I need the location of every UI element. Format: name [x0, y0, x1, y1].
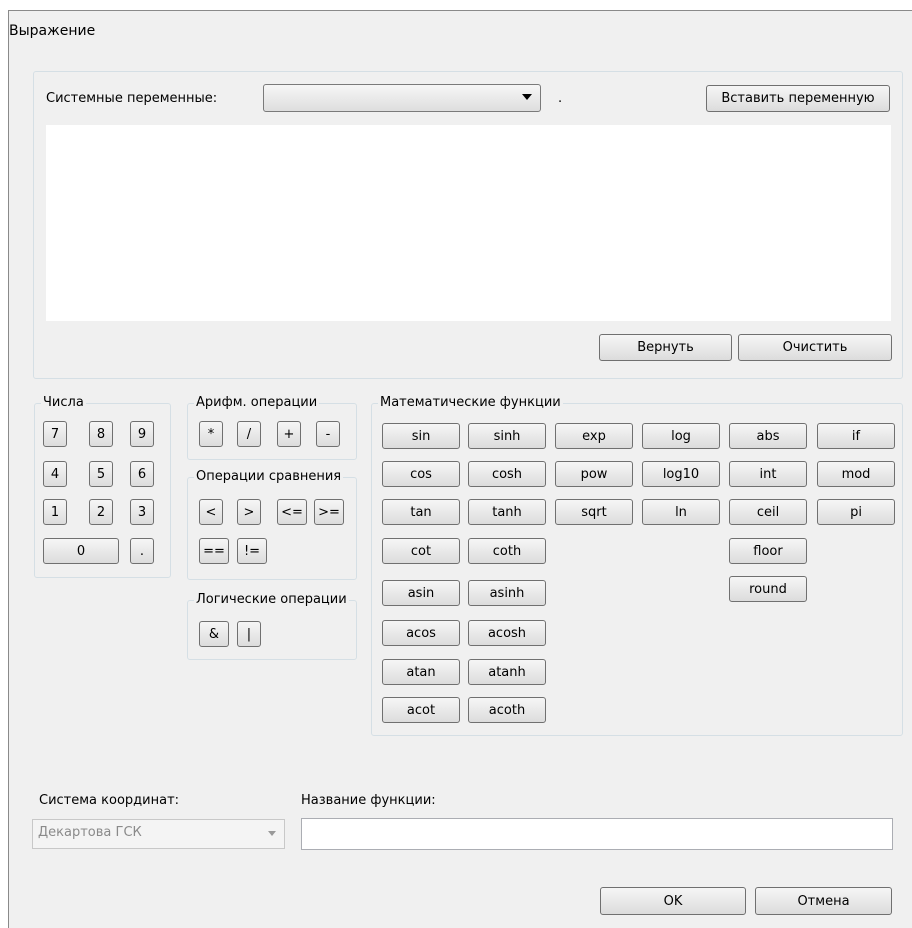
fn-mod[interactable]: mod [817, 461, 895, 487]
op-greater-equal[interactable]: >= [314, 499, 344, 525]
fn-coth[interactable]: coth [468, 538, 546, 564]
key-4[interactable]: 4 [43, 461, 67, 487]
key-3[interactable]: 3 [130, 499, 154, 525]
coordinate-system-label: Система координат: [39, 793, 180, 808]
fn-log10[interactable]: log10 [642, 461, 720, 487]
dialog-title: Выражение [9, 23, 96, 39]
comparison-group: Операции сравнения [187, 469, 357, 580]
op-equal[interactable]: == [199, 538, 229, 564]
op-greater[interactable]: > [237, 499, 261, 525]
chevron-down-icon [268, 831, 276, 836]
op-multiply[interactable]: * [199, 421, 223, 447]
fn-tan[interactable]: tan [382, 499, 460, 525]
fn-asin[interactable]: asin [382, 580, 460, 606]
ok-button[interactable]: OK [600, 887, 746, 915]
op-divide[interactable]: / [237, 421, 261, 447]
op-plus[interactable]: + [277, 421, 301, 447]
fn-sinh[interactable]: sinh [468, 423, 546, 449]
key-9[interactable]: 9 [130, 421, 154, 447]
member-dot: . [558, 91, 563, 106]
chevron-down-icon [522, 94, 532, 100]
clear-button[interactable]: Очистить [738, 334, 892, 361]
fn-exp[interactable]: exp [555, 423, 633, 449]
expression-editor[interactable] [46, 125, 891, 321]
function-name-label: Название функции: [301, 793, 436, 808]
fn-asinh[interactable]: asinh [468, 580, 546, 606]
fn-acosh[interactable]: acosh [468, 620, 546, 646]
op-or[interactable]: | [237, 621, 261, 647]
revert-button[interactable]: Вернуть [599, 334, 732, 361]
coordinate-system-value: Декартова ГСК [38, 825, 142, 840]
arithmetic-legend: Арифм. операции [194, 395, 320, 410]
fn-acot[interactable]: acot [382, 697, 460, 723]
coordinate-system-select: Декартова ГСК [32, 819, 285, 849]
fn-sqrt[interactable]: sqrt [555, 499, 633, 525]
fn-acos[interactable]: acos [382, 620, 460, 646]
key-0[interactable]: 0 [43, 538, 119, 564]
op-not-equal[interactable]: != [237, 538, 267, 564]
fn-round[interactable]: round [729, 576, 807, 602]
fn-if[interactable]: if [817, 423, 895, 449]
function-name-input[interactable] [301, 818, 893, 850]
comparison-legend: Операции сравнения [194, 469, 344, 484]
key-7[interactable]: 7 [43, 421, 67, 447]
key-8[interactable]: 8 [89, 421, 113, 447]
fn-pi[interactable]: pi [817, 499, 895, 525]
fn-pow[interactable]: pow [555, 461, 633, 487]
fn-cos[interactable]: cos [382, 461, 460, 487]
fn-ceil[interactable]: ceil [729, 499, 807, 525]
op-and[interactable]: & [199, 621, 229, 647]
cancel-button[interactable]: Отмена [755, 887, 892, 915]
fn-cot[interactable]: cot [382, 538, 460, 564]
op-less[interactable]: < [199, 499, 223, 525]
fn-atanh[interactable]: atanh [468, 659, 546, 685]
key-6[interactable]: 6 [130, 461, 154, 487]
fn-acoth[interactable]: acoth [468, 697, 546, 723]
op-less-equal[interactable]: <= [277, 499, 307, 525]
logic-legend: Логические операции [194, 592, 349, 607]
fn-abs[interactable]: abs [729, 423, 807, 449]
fn-int[interactable]: int [729, 461, 807, 487]
key-dot[interactable]: . [130, 538, 154, 564]
fn-floor[interactable]: floor [729, 538, 807, 564]
fn-atan[interactable]: atan [382, 659, 460, 685]
insert-variable-button[interactable]: Вставить переменную [706, 85, 890, 112]
fn-sin[interactable]: sin [382, 423, 460, 449]
system-vars-label: Системные переменные: [46, 91, 218, 106]
fn-log[interactable]: log [642, 423, 720, 449]
math-functions-legend: Математические функции [378, 395, 563, 410]
expression-dialog: Выражение Системные переменные: . Встави… [8, 10, 912, 928]
math-functions-group: Математические функции [371, 395, 903, 736]
key-1[interactable]: 1 [43, 499, 67, 525]
fn-ln[interactable]: ln [642, 499, 720, 525]
key-2[interactable]: 2 [89, 499, 113, 525]
fn-cosh[interactable]: cosh [468, 461, 546, 487]
system-vars-select[interactable] [263, 84, 541, 112]
key-5[interactable]: 5 [89, 461, 113, 487]
op-minus[interactable]: - [316, 421, 340, 447]
fn-tanh[interactable]: tanh [468, 499, 546, 525]
numbers-legend: Числа [41, 395, 86, 410]
